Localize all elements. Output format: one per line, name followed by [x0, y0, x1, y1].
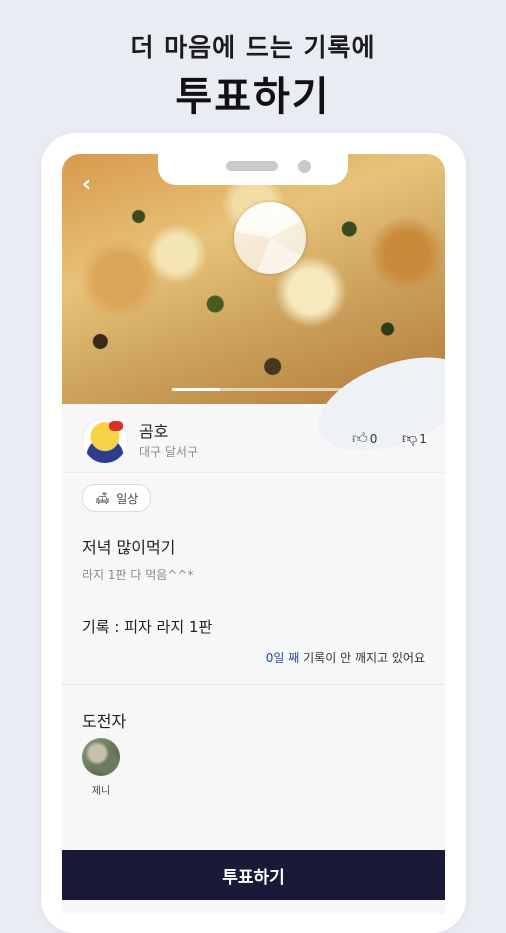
author-location: 대구 달서구: [139, 445, 199, 459]
post-title: 저녁 많이먹기: [82, 538, 176, 557]
sofa-icon: 🛋︎: [95, 491, 111, 505]
category-chip: 🛋︎ 일상: [82, 484, 152, 512]
post-description: 라지 1판 다 먹음^^*: [82, 568, 194, 582]
author-name: 곰호: [139, 422, 169, 441]
app-screen: ‹ 곰호 대구 달서구 👍︎ 0 👎︎ 1 🛋︎ 일상 저녁 많이먹기 라지 1…: [62, 154, 445, 914]
chevron-left-icon[interactable]: ‹: [82, 172, 91, 197]
category-label: 일상: [116, 491, 139, 506]
phone-notch: [158, 133, 348, 185]
record-text: 기록 : 피자 라지 1판: [82, 618, 213, 636]
avatar-bow: [109, 421, 123, 431]
record-status: 0일 째 기록이 안 깨지고 있어요: [266, 649, 425, 666]
challenger-avatar[interactable]: [82, 738, 120, 776]
challenger-name: 제니: [91, 786, 111, 797]
dislike-count: 1: [419, 431, 427, 446]
like-button[interactable]: 👍︎ 0: [352, 429, 377, 448]
section-divider: [62, 684, 445, 685]
speaker-grille: [226, 161, 278, 171]
promo-title: 투표하기: [175, 74, 331, 120]
loading-spinner-icon: [234, 202, 306, 274]
thumbs-down-icon: 👎︎: [402, 429, 418, 447]
image-page-indicator-active: [172, 388, 220, 391]
thumbs-up-icon: 👍︎: [352, 429, 368, 447]
like-count: 0: [369, 431, 378, 446]
record-status-text: 기록이 안 깨지고 있어요: [299, 651, 425, 665]
image-page-indicator: [172, 388, 342, 391]
author-row: 곰호 대구 달서구 👍︎ 0 👎︎ 1: [62, 404, 445, 473]
record-days: 0일 째: [265, 651, 300, 665]
vote-button[interactable]: 투표하기: [62, 850, 445, 900]
challenger-heading: 도전자: [82, 712, 127, 731]
post-photo[interactable]: [62, 154, 445, 469]
author-avatar[interactable]: [82, 418, 128, 464]
dislike-button[interactable]: 👎︎ 1: [402, 429, 427, 448]
promo-subtitle: 더 마음에 드는 기록에: [130, 33, 376, 62]
front-camera: [298, 160, 311, 173]
